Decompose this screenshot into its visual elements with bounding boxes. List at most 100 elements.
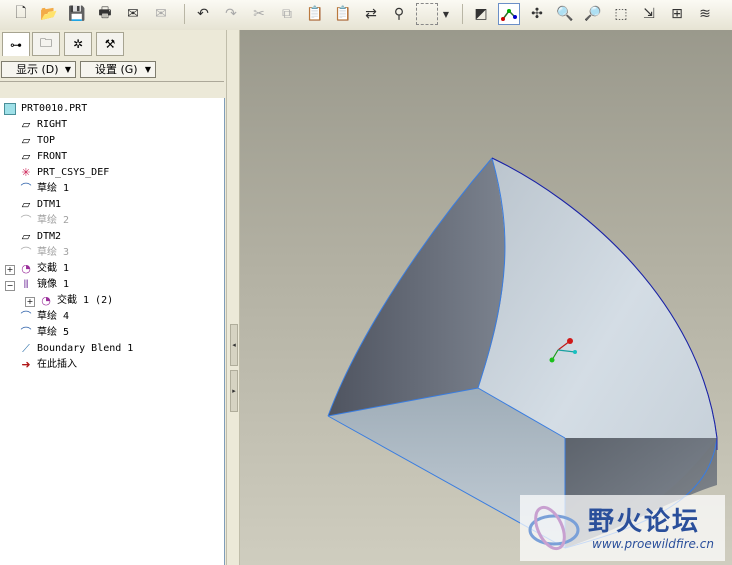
tree-item-top[interactable]: ▱ TOP xyxy=(18,133,55,149)
tree-item-label: Boundary Blend 1 xyxy=(37,343,134,354)
collapse-icon[interactable]: − xyxy=(5,281,15,291)
tree-item-csys[interactable]: ✳ PRT_CSYS_DEF xyxy=(18,165,109,181)
chevron-down-icon: ▼ xyxy=(144,65,151,74)
panel-splitter[interactable]: ◂ ▸ xyxy=(226,30,240,565)
sketch-icon: ⌒ xyxy=(20,246,32,259)
datum-plane-icon: ▱ xyxy=(21,118,31,131)
chevron-down-icon[interactable]: ▼ xyxy=(440,3,452,25)
annotation-icon[interactable]: ⊞ xyxy=(666,3,688,25)
tree-item-intersect-1-2[interactable]: ◔ 交截 1 (2) xyxy=(38,293,113,309)
graphics-viewport[interactable]: 野火论坛 www.proewildfire.cn xyxy=(240,30,732,565)
intersect-icon: ◔ xyxy=(21,262,31,275)
chevron-down-icon: ▼ xyxy=(64,65,71,74)
settings-dropdown-label: 设置 (G) xyxy=(95,63,138,76)
main-toolbar: 🗋 📂 💾 🖶 ✉ ✉ ↶ ↷ ✂ ⧉ 📋 📋 ⇄ ⚲ ▼ ◩ ✣ 🔍 🔎 ⬚ … xyxy=(0,0,732,31)
star-icon: ✲ xyxy=(72,37,84,51)
tree-column-header xyxy=(0,81,224,99)
tree-root[interactable]: PRT0010.PRT xyxy=(2,101,87,117)
undo-icon[interactable]: ↶ xyxy=(192,3,214,25)
tree-item-label: PRT_CSYS_DEF xyxy=(37,167,110,178)
zoom-in-icon[interactable]: 🔍 xyxy=(554,3,576,25)
print-icon[interactable]: 🖶 xyxy=(94,3,116,25)
folder-icon: 🗀 xyxy=(39,35,52,50)
save-icon[interactable]: 💾 xyxy=(66,3,88,25)
datum-display-icon[interactable] xyxy=(498,3,520,25)
datum-plane-icon: ▱ xyxy=(21,198,31,211)
tree-item-label: DTM2 xyxy=(37,231,62,242)
tree-item-label: 草绘 5 xyxy=(37,327,70,338)
tree-item-intersect-1[interactable]: ◔ 交截 1 xyxy=(18,261,69,277)
find-icon[interactable]: ⚲ xyxy=(388,3,410,25)
tree-item-label: 草绘 3 xyxy=(37,247,70,258)
tree-item-right[interactable]: ▱ RIGHT xyxy=(18,117,67,133)
expand-icon[interactable]: + xyxy=(5,265,15,275)
send-icon[interactable]: ✉ xyxy=(150,3,172,25)
layers-icon[interactable]: ≋ xyxy=(694,3,716,25)
tree-item-label: RIGHT xyxy=(37,119,68,130)
watermark-logo-icon xyxy=(528,505,580,551)
navigator-panel: ⊶ 🗀 ✲ ⚒ 显示 (D) ▼ 设置 (G) ▼ PRT0010.PRT ▱ … xyxy=(0,30,226,565)
tree-item-sketch-2[interactable]: ⌒ 草绘 2 xyxy=(18,213,70,229)
tree-item-mirror-1[interactable]: ⫴ 镜像 1 xyxy=(18,277,69,293)
new-file-icon[interactable]: 🗋 xyxy=(10,3,32,25)
tree-item-sketch-5[interactable]: ⌒ 草绘 5 xyxy=(18,325,70,341)
display-dropdown[interactable]: 显示 (D) ▼ xyxy=(1,61,76,78)
model-tree-icon: ⊶ xyxy=(10,37,22,52)
tree-item-sketch-1[interactable]: ⌒ 草绘 1 xyxy=(18,181,70,197)
sketch-icon: ⌒ xyxy=(20,310,32,323)
datum-plane-icon: ▱ xyxy=(21,230,31,243)
zoom-out-icon[interactable]: 🔎 xyxy=(582,3,604,25)
datum-plane-icon: ▱ xyxy=(21,150,31,163)
tab-model-tree[interactable]: ⊶ xyxy=(2,32,30,56)
tree-item-dtm1[interactable]: ▱ DTM1 xyxy=(18,197,61,213)
refit-icon[interactable]: ⬚ xyxy=(610,3,632,25)
tree-item-boundary-blend-1[interactable]: ⟋ Boundary Blend 1 xyxy=(18,341,133,357)
tree-item-sketch-3[interactable]: ⌒ 草绘 3 xyxy=(18,245,70,261)
csys-icon: ✳ xyxy=(21,166,31,179)
intersect-icon: ◔ xyxy=(41,294,51,307)
datum-plane-icon: ▱ xyxy=(21,134,31,147)
paste-special-icon[interactable]: 📋 xyxy=(332,3,354,25)
display-dropdown-label: 显示 (D) xyxy=(16,63,59,76)
tree-item-label: FRONT xyxy=(37,151,68,162)
tab-tools[interactable]: ⚒ xyxy=(96,32,124,56)
tree-item-label: DTM1 xyxy=(37,199,62,210)
hammer-icon: ⚒ xyxy=(104,37,116,51)
watermark-url: www.proewildfire.cn xyxy=(592,537,714,551)
expand-icon[interactable]: + xyxy=(25,297,35,307)
email-icon[interactable]: ✉ xyxy=(122,3,144,25)
tree-item-sketch-4[interactable]: ⌒ 草绘 4 xyxy=(18,309,70,325)
pan-view-icon[interactable]: ⇲ xyxy=(638,3,660,25)
mirror-icon: ⫴ xyxy=(23,278,29,291)
paste-icon[interactable]: 📋 xyxy=(304,3,326,25)
settings-dropdown[interactable]: 设置 (G) ▼ xyxy=(80,61,156,78)
regenerate-icon[interactable]: ⇄ xyxy=(360,3,382,25)
view-orient-icon[interactable]: ◩ xyxy=(470,3,492,25)
insert-arrow-icon: ➜ xyxy=(21,358,31,371)
spin-center-icon[interactable]: ✣ xyxy=(526,3,548,25)
sketch-icon: ⌒ xyxy=(20,326,32,339)
model-surface xyxy=(327,157,718,549)
boundary-blend-icon: ⟋ xyxy=(22,342,30,355)
open-folder-icon[interactable]: 📂 xyxy=(38,3,60,25)
collapse-left-handle[interactable]: ◂ xyxy=(230,324,238,366)
tree-item-label: 在此插入 xyxy=(37,359,77,370)
tree-item-label: 交截 1 xyxy=(37,263,70,274)
tree-item-front[interactable]: ▱ FRONT xyxy=(18,149,67,165)
tree-item-label: 镜像 1 xyxy=(37,279,70,290)
tab-layers[interactable]: 🗀 xyxy=(32,32,60,56)
sketch-icon: ⌒ xyxy=(20,182,32,195)
expand-right-handle[interactable]: ▸ xyxy=(230,370,238,412)
cut-icon[interactable]: ✂ xyxy=(248,3,270,25)
tree-item-dtm2[interactable]: ▱ DTM2 xyxy=(18,229,61,245)
tree-item-label: 草绘 4 xyxy=(37,311,70,322)
tab-favorites[interactable]: ✲ xyxy=(64,32,92,56)
tree-root-label: PRT0010.PRT xyxy=(21,103,88,114)
copy-icon[interactable]: ⧉ xyxy=(276,3,298,25)
sketch-icon: ⌒ xyxy=(20,214,32,227)
tree-item-insert-here[interactable]: ➜ 在此插入 xyxy=(18,357,77,373)
navigator-tabs: ⊶ 🗀 ✲ ⚒ xyxy=(0,30,226,58)
redo-icon[interactable]: ↷ xyxy=(220,3,242,25)
select-box-icon[interactable] xyxy=(416,3,438,25)
tree-item-label: TOP xyxy=(37,135,56,146)
